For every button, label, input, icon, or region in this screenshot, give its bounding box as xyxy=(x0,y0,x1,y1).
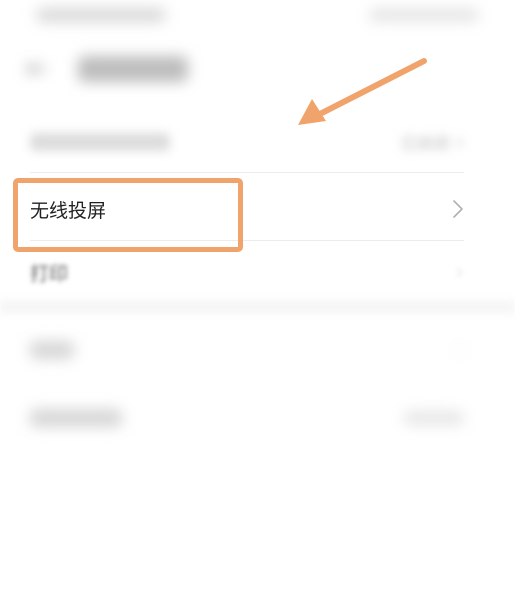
highlight-box xyxy=(13,178,243,252)
chevron-right-icon: › xyxy=(455,129,464,155)
row-3-right: › xyxy=(449,260,464,285)
row-5-right xyxy=(404,411,464,425)
chevron-right-icon xyxy=(453,200,463,218)
row-5-label xyxy=(30,409,122,427)
row-2-right xyxy=(446,199,464,219)
page-header: ← xyxy=(26,44,188,94)
annotation-arrow-icon xyxy=(298,58,427,125)
row-4-label xyxy=(30,341,74,359)
row-3-label: 打印 xyxy=(30,262,69,285)
page-title xyxy=(77,56,188,82)
settings-row-4[interactable]: › xyxy=(30,330,464,370)
status-bar xyxy=(0,0,515,30)
row-1-label xyxy=(30,133,170,151)
back-arrow-icon[interactable]: ← xyxy=(26,54,48,84)
settings-row-5[interactable] xyxy=(30,398,464,438)
status-left xyxy=(36,8,166,22)
status-right xyxy=(369,9,479,21)
row-5-value xyxy=(404,411,464,425)
chevron-right-icon: › xyxy=(455,259,464,285)
settings-screen: ← 已关闭 › 无线投屏 打印 › › xyxy=(0,0,515,600)
row-4-right: › xyxy=(449,338,464,363)
row-1-right: 已关闭 › xyxy=(401,130,464,155)
row-1-value: 已关闭 xyxy=(401,134,450,153)
divider xyxy=(30,172,464,173)
section-gap xyxy=(0,300,515,314)
chevron-right-icon: › xyxy=(455,337,464,363)
settings-row-print[interactable]: 打印 › xyxy=(30,252,464,292)
